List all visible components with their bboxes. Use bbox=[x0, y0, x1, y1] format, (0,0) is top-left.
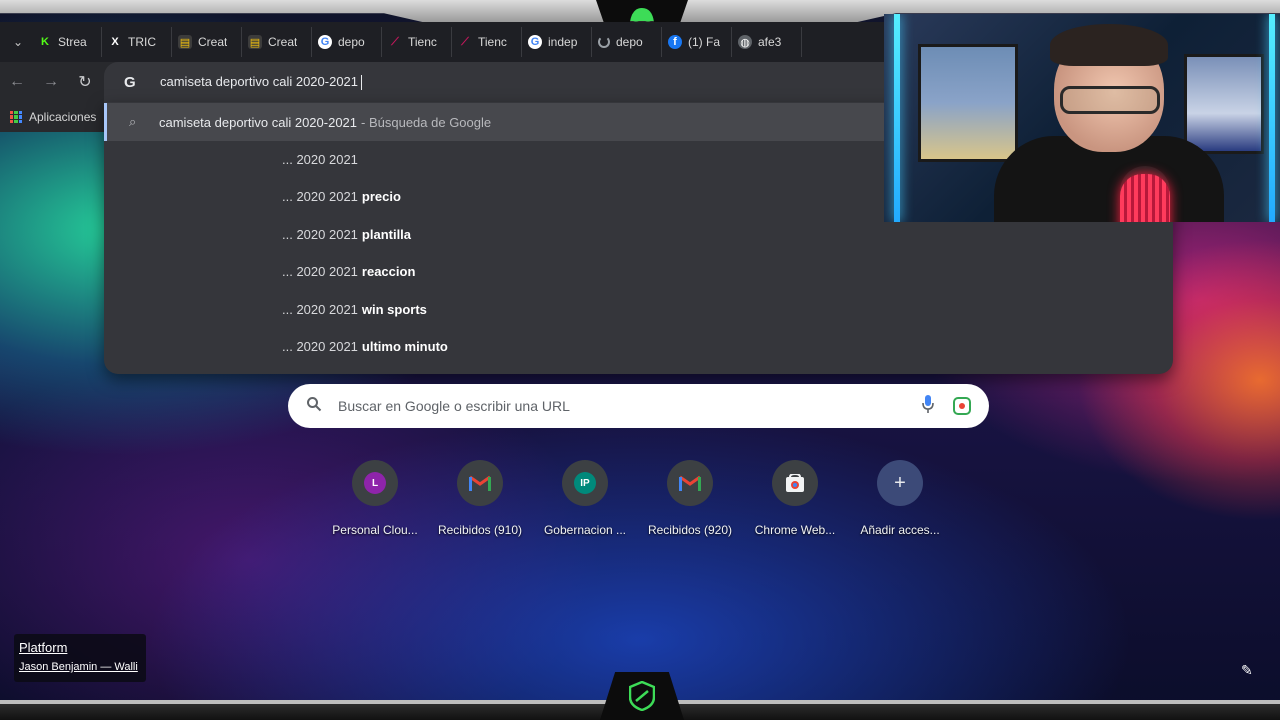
tab-title: Strea bbox=[58, 35, 87, 49]
suggestion-tail-completion: precio bbox=[361, 189, 401, 204]
webcam-overlay bbox=[884, 14, 1280, 222]
doc-icon: ▤ bbox=[178, 35, 192, 49]
suggestion-tail-prefix: ... 2020 2021 bbox=[282, 152, 358, 167]
now-playing-widget: Platform Jason Benjamin — Walli bbox=[14, 634, 146, 682]
shortcut-tile[interactable]: Recibidos (920) bbox=[640, 460, 740, 537]
tab-title: afe3 bbox=[758, 35, 782, 49]
google-g-icon: G bbox=[124, 73, 136, 91]
tab-item[interactable]: X TRIC bbox=[102, 27, 172, 57]
tab-title: (1) Fa bbox=[688, 35, 721, 49]
ntp-search-placeholder: Buscar en Google o escribir una URL bbox=[338, 398, 570, 414]
suggestion-tail-prefix: ... 2020 2021 bbox=[282, 302, 358, 317]
suggestion-tail-completion: ultimo minuto bbox=[361, 339, 448, 354]
shortcut-icon: IP bbox=[562, 460, 608, 506]
store-icon: ⟋ bbox=[391, 35, 399, 48]
shortcut-icon: L bbox=[352, 460, 398, 506]
omnibox-input[interactable]: camiseta deportivo cali 2020-2021 bbox=[160, 74, 363, 91]
facebook-icon: f bbox=[668, 35, 682, 49]
voice-search-mic-icon[interactable] bbox=[917, 395, 939, 417]
shortcut-tile[interactable]: Chrome Web... bbox=[745, 460, 845, 537]
shortcut-label: Gobernacion ... bbox=[543, 523, 627, 537]
tab-item[interactable]: ◍ afe3 bbox=[732, 27, 802, 57]
shortcut-label: Personal Clou... bbox=[332, 523, 418, 537]
bookmark-apps[interactable]: Aplicaciones bbox=[29, 110, 96, 124]
x-icon: X bbox=[111, 36, 119, 48]
add-shortcut-tile[interactable]: + Añadir acces... bbox=[850, 460, 950, 537]
streamer-person bbox=[954, 24, 1234, 222]
reload-icon[interactable]: ↻ bbox=[68, 72, 102, 92]
customize-pencil-icon[interactable]: ✎ bbox=[1241, 662, 1253, 679]
suggestion-tail-item[interactable]: ... 2020 2021 bbox=[282, 141, 358, 178]
shortcut-label: Chrome Web... bbox=[754, 523, 836, 537]
suggestion-tail-prefix: ... 2020 2021 bbox=[282, 227, 358, 242]
tab-item[interactable]: G indep bbox=[522, 27, 592, 57]
tab-title: Creat bbox=[198, 35, 228, 49]
suggestion-source: - Búsqueda de Google bbox=[361, 114, 492, 130]
tab-title: Tienc bbox=[478, 35, 507, 49]
search-icon bbox=[306, 396, 328, 416]
suggestion-tail-item[interactable]: ... 2020 2021 reaccion bbox=[282, 253, 415, 290]
now-playing-artist[interactable]: Jason Benjamin — Walli bbox=[19, 661, 141, 673]
google-icon: G bbox=[528, 35, 542, 49]
tab-title: depo bbox=[616, 35, 643, 49]
shortcut-tile[interactable]: L Personal Clou... bbox=[325, 460, 425, 537]
google-icon: G bbox=[318, 35, 332, 49]
shortcut-initial: IP bbox=[574, 472, 596, 494]
bookmarks-bar: Aplicaciones bbox=[0, 102, 104, 132]
suggestion-query: camiseta deportivo cali 2020-2021 bbox=[159, 114, 358, 130]
tab-strip: ⌄ K Strea X TRIC ▤ Creat ▤ Creat G depo … bbox=[0, 22, 884, 62]
search-icon: ⌕ bbox=[129, 114, 137, 129]
tab-title: depo bbox=[338, 35, 365, 49]
tab-item[interactable]: G depo bbox=[312, 27, 382, 57]
suggestion-tail-completion: plantilla bbox=[361, 227, 412, 242]
tab-title: Creat bbox=[268, 35, 298, 49]
tab-item[interactable]: K Strea bbox=[32, 27, 102, 57]
shortcut-label: Añadir acces... bbox=[860, 523, 940, 537]
shortcut-label: Recibidos (920) bbox=[647, 523, 733, 537]
kick-icon: K bbox=[41, 36, 49, 48]
gmail-icon bbox=[457, 460, 503, 506]
text-cursor bbox=[361, 75, 363, 91]
shortcut-tile[interactable]: Recibidos (910) bbox=[430, 460, 530, 537]
chrome-web-store-icon bbox=[772, 460, 818, 506]
apps-grid-icon bbox=[10, 111, 22, 123]
led-strip bbox=[894, 14, 900, 222]
suggestion-tail-prefix: ... 2020 2021 bbox=[282, 339, 358, 354]
doc-icon: ▤ bbox=[248, 35, 262, 49]
tab-title: indep bbox=[548, 35, 578, 49]
suggestion-tail-completion: win sports bbox=[361, 302, 427, 317]
suggestion-tail-item[interactable]: ... 2020 2021 precio bbox=[282, 178, 401, 215]
suggestion-tail-item[interactable]: ... 2020 2021 plantilla bbox=[282, 216, 411, 253]
globe-icon: ◍ bbox=[738, 35, 752, 49]
now-playing-title[interactable]: Platform bbox=[19, 640, 141, 655]
ntp-search-box[interactable]: Buscar en Google o escribir una URL bbox=[288, 384, 989, 428]
tab-item[interactable]: ▤ Creat bbox=[242, 27, 312, 57]
shortcut-label: Recibidos (910) bbox=[437, 523, 523, 537]
suggestion-tail-prefix: ... 2020 2021 bbox=[282, 264, 358, 279]
gmail-icon bbox=[667, 460, 713, 506]
tab-title: Tienc bbox=[408, 35, 437, 49]
tab-item[interactable]: ▤ Creat bbox=[172, 27, 242, 57]
suggestion-tail-completion: reaccion bbox=[361, 264, 416, 279]
google-lens-icon[interactable] bbox=[953, 397, 971, 415]
tab-item[interactable]: f (1) Fa bbox=[662, 27, 732, 57]
led-strip bbox=[1269, 14, 1275, 222]
shortcut-tile[interactable]: IP Gobernacion ... bbox=[535, 460, 635, 537]
shortcut-initial: L bbox=[364, 472, 386, 494]
store-icon: ⟋ bbox=[461, 35, 469, 48]
tab-item[interactable]: ⟋ Tienc bbox=[382, 27, 452, 57]
suggestion-tail-item[interactable]: ... 2020 2021 win sports bbox=[282, 291, 427, 328]
tab-item[interactable]: depo bbox=[592, 27, 662, 57]
plus-icon: + bbox=[877, 460, 923, 506]
forward-arrow-icon[interactable]: → bbox=[34, 73, 68, 91]
back-arrow-icon[interactable]: ← bbox=[0, 73, 34, 91]
tab-item[interactable]: ⟋ Tienc bbox=[452, 27, 522, 57]
tab-title: TRIC bbox=[128, 35, 156, 49]
tab-list-chevron-icon[interactable]: ⌄ bbox=[4, 35, 32, 49]
suggestion-tail-prefix: ... 2020 2021 bbox=[282, 189, 358, 204]
suggestion-tail-item[interactable]: ... 2020 2021 ultimo minuto bbox=[282, 328, 448, 365]
loading-icon bbox=[598, 36, 610, 48]
